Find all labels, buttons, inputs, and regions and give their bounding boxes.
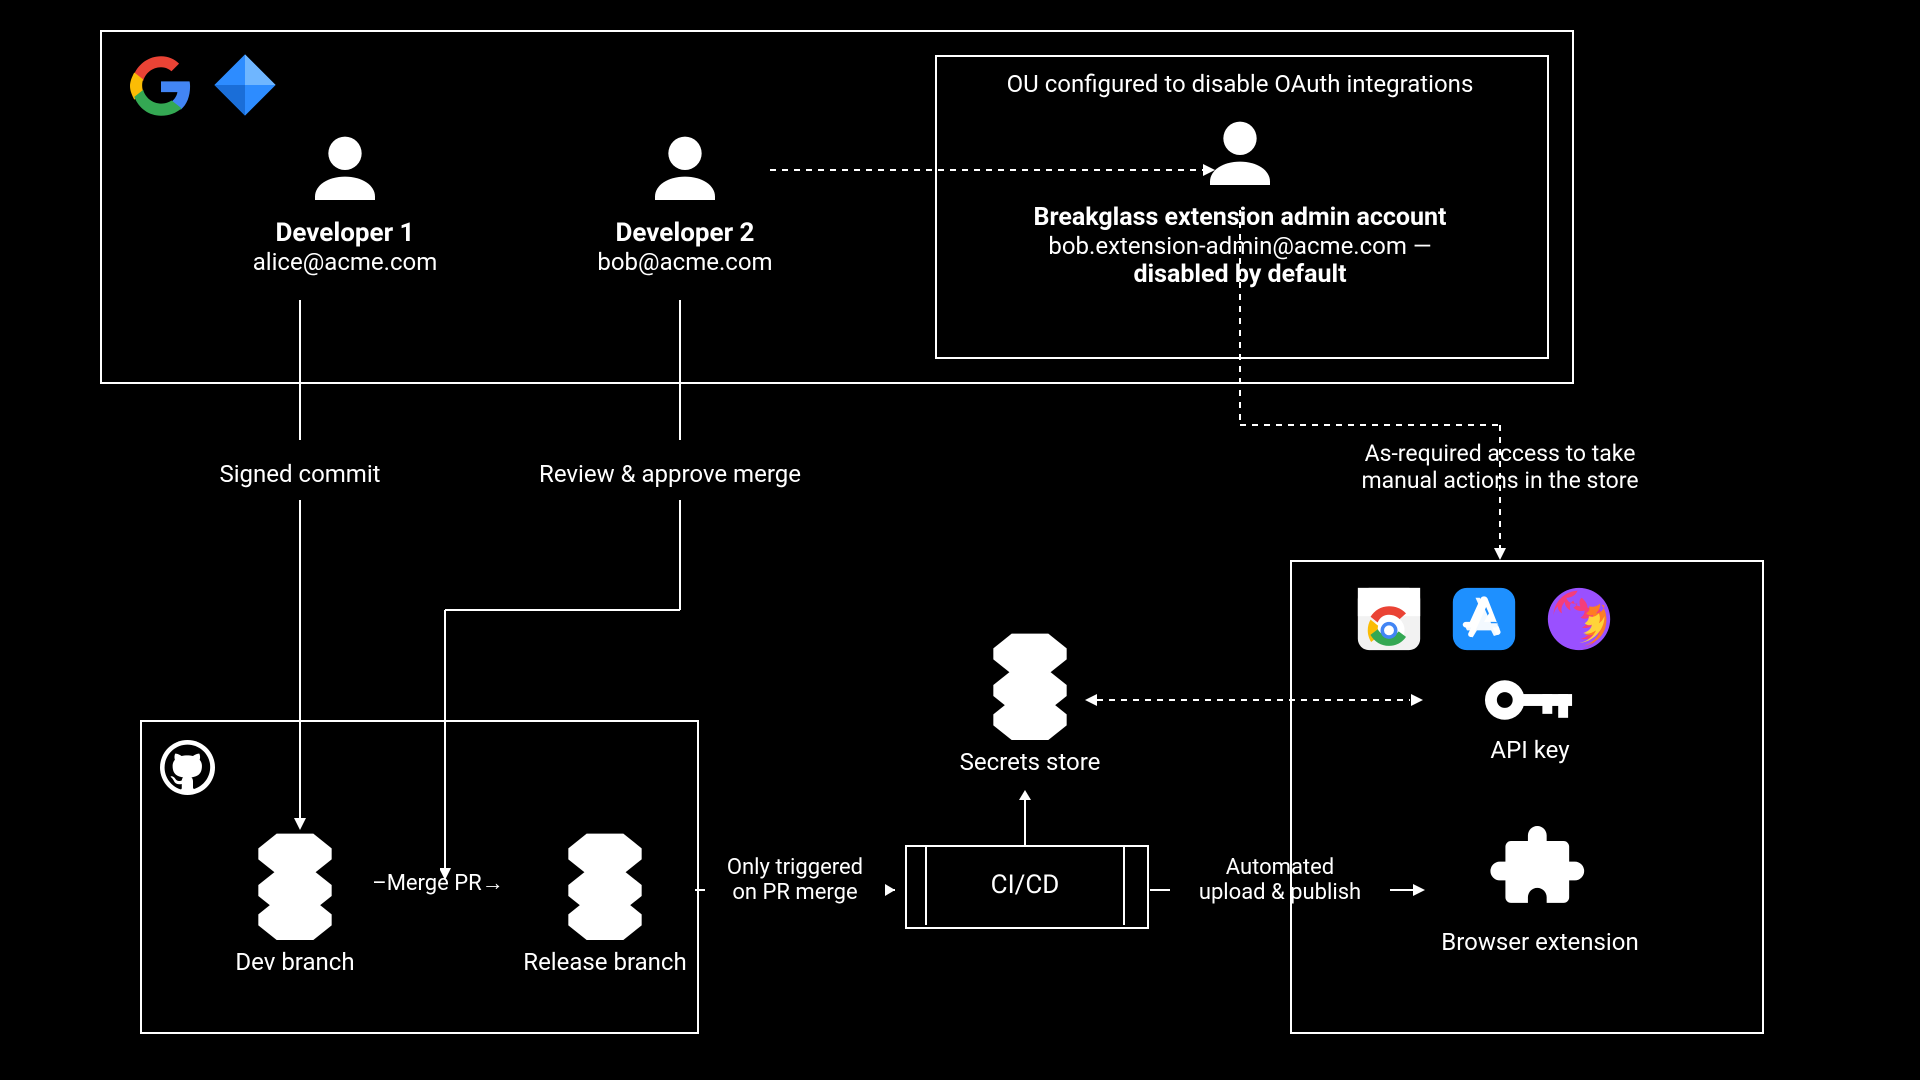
- developer-2: Developer 2 bob@acme.com: [585, 130, 785, 276]
- database-icon: [985, 630, 1075, 740]
- arrow-breakglass-store: [1230, 210, 1550, 570]
- key-icon: [1483, 670, 1578, 730]
- browser-extension: Browser extension: [1420, 820, 1660, 956]
- arrow-dev2-release: [440, 300, 690, 890]
- google-logo-icon: [130, 55, 192, 117]
- api-key: API key: [1430, 670, 1630, 764]
- arrow-dev1-devbranch: [290, 300, 310, 835]
- arrow-secrets-apikey: [1085, 690, 1425, 710]
- github-icon: [160, 740, 215, 795]
- person-icon: [305, 130, 385, 210]
- dev1-email: alice@acme.com: [253, 248, 438, 276]
- release-branch-label: Release branch: [523, 948, 686, 976]
- browser-ext-label: Browser extension: [1441, 928, 1638, 956]
- dev2-email: bob@acme.com: [597, 248, 772, 276]
- app-store-icon: [1450, 585, 1518, 653]
- firefox-icon: [1545, 585, 1613, 653]
- cicd-label: CI/CD: [905, 870, 1145, 900]
- puzzle-icon: [1490, 820, 1590, 920]
- arrow-cicd-secrets: [1015, 790, 1035, 845]
- arrow-dev2-breakglass: [770, 160, 1220, 180]
- ou-text: OU configured to disable OAuth integrati…: [955, 70, 1525, 98]
- dev-branch-label: Dev branch: [235, 948, 354, 976]
- chrome-store-icon: [1355, 585, 1423, 653]
- azure-logo-icon: [210, 50, 280, 120]
- person-icon: [1200, 115, 1280, 195]
- arrow-release-cicd: [695, 880, 905, 900]
- dev-branch: Dev branch: [215, 830, 375, 976]
- dev1-title: Developer 1: [276, 218, 415, 248]
- developer-1: Developer 1 alice@acme.com: [245, 130, 445, 276]
- dev2-title: Developer 2: [616, 218, 755, 248]
- api-key-label: API key: [1490, 736, 1569, 764]
- database-icon: [250, 830, 340, 940]
- person-icon: [645, 130, 725, 210]
- secrets-label: Secrets store: [960, 748, 1101, 776]
